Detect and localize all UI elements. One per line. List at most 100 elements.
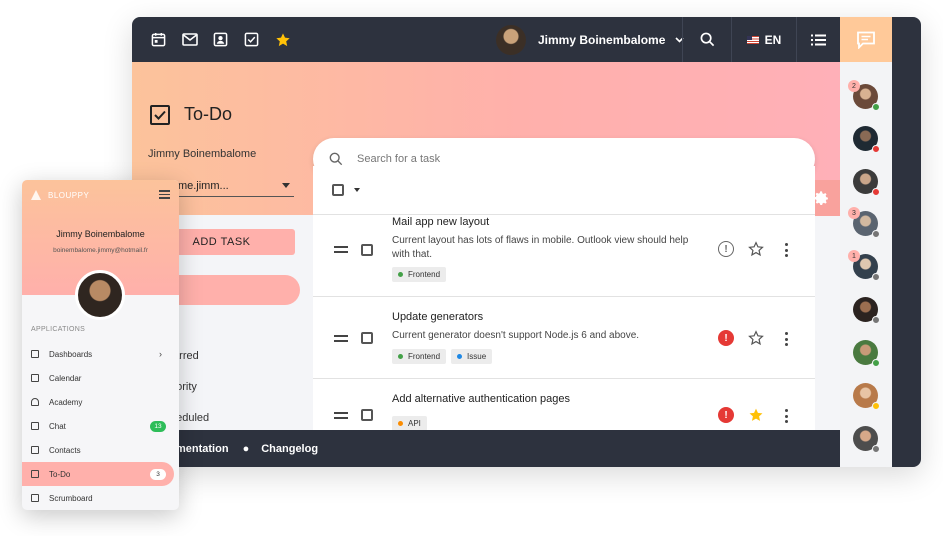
us-flag-icon <box>746 35 759 44</box>
contact-avatar[interactable] <box>853 383 880 410</box>
status-indicator <box>872 273 880 281</box>
contact-avatar[interactable] <box>853 426 880 453</box>
dashboard-icon <box>31 350 39 358</box>
app-window: Jimmy Boinembalome EN To-Do Jimmy Boinem… <box>132 17 921 467</box>
drag-handle-icon[interactable] <box>334 246 348 256</box>
status-indicator <box>872 230 880 238</box>
nav-item-label: Academy <box>49 397 83 407</box>
contact-avatar[interactable] <box>853 340 880 367</box>
tag-color-dot <box>457 354 463 359</box>
task-row[interactable]: Mail app new layout Current layout has l… <box>313 215 815 297</box>
status-indicator <box>872 359 880 367</box>
tag-label: API <box>408 419 421 428</box>
tag: Issue <box>451 349 493 364</box>
contact-avatar[interactable]: 1 <box>848 250 880 281</box>
task-title: Update generators <box>392 311 484 323</box>
nav-item-contacts[interactable]: Contacts <box>22 438 174 462</box>
star-icon[interactable] <box>748 241 764 257</box>
select-all-checkbox[interactable] <box>332 184 344 196</box>
status-indicator <box>872 402 880 410</box>
documentation-link[interactable]: mentation <box>176 443 229 455</box>
status-indicator <box>872 445 880 453</box>
chat-contacts: 2 3 1 <box>840 62 892 467</box>
more-options-icon[interactable] <box>785 409 789 426</box>
right-panel-edge <box>892 17 921 467</box>
quick-panel-button[interactable] <box>796 17 840 62</box>
status-indicator <box>872 103 880 111</box>
gear-icon <box>814 190 828 205</box>
task-description: Current generator doesn't support Node.j… <box>392 330 640 341</box>
nav-item-label: Chat <box>49 421 66 431</box>
nav-item-academy[interactable]: Academy <box>22 390 174 414</box>
menu-icon[interactable] <box>159 190 170 201</box>
contact-avatar[interactable]: 3 <box>848 207 880 238</box>
tag-color-dot <box>398 421 403 426</box>
nav-item-chat[interactable]: Chat 13 <box>22 414 174 438</box>
star-icon[interactable] <box>748 407 764 423</box>
important-icon[interactable]: ! <box>718 407 734 423</box>
section-heading: APPLICATIONS <box>31 326 86 333</box>
search-icon <box>700 32 714 47</box>
calendar-icon[interactable] <box>143 17 174 62</box>
task-description: Current layout has lots of flaws in mobi… <box>392 235 689 260</box>
status-indicator <box>872 188 880 196</box>
task-checkbox[interactable] <box>361 332 373 344</box>
todo-checkbox-icon <box>150 104 170 125</box>
tag-label: Frontend <box>408 270 441 279</box>
chat-toggle-button[interactable] <box>840 17 892 62</box>
contact-avatar[interactable] <box>853 169 880 196</box>
task-checkbox[interactable] <box>361 409 373 421</box>
chevron-right-icon: › <box>159 349 162 359</box>
tag: API <box>392 416 427 430</box>
contact-avatar[interactable] <box>853 297 880 324</box>
school-icon <box>31 398 39 406</box>
status-indicator <box>872 316 880 324</box>
list-icon <box>810 34 826 45</box>
star-icon[interactable] <box>748 330 764 346</box>
contact-avatar[interactable]: 2 <box>848 80 880 111</box>
nav-item-label: Calendar <box>49 373 82 383</box>
tag: Frontend <box>392 267 447 282</box>
star-icon[interactable] <box>267 17 298 62</box>
count-badge: 13 <box>150 420 166 432</box>
important-icon[interactable]: ! <box>718 241 734 257</box>
drag-handle-icon[interactable] <box>334 335 348 345</box>
todo-icon[interactable] <box>236 17 267 62</box>
task-tags: API <box>392 416 427 430</box>
drag-handle-icon[interactable] <box>334 412 348 422</box>
search-button[interactable] <box>683 17 731 62</box>
user-name: Jimmy Boinembalome <box>56 229 145 239</box>
changelog-link[interactable]: Changelog <box>261 443 318 455</box>
nav-item-calendar[interactable]: Calendar <box>22 366 174 390</box>
important-icon[interactable]: ! <box>718 330 734 346</box>
task-row[interactable]: Update generators Current generator does… <box>313 297 815 379</box>
nav-item-label: Scrumboard <box>49 493 93 503</box>
task-row[interactable]: Add alternative authentication pages API… <box>313 379 815 430</box>
bullet-separator: ● <box>242 442 250 455</box>
mail-icon[interactable] <box>174 17 205 62</box>
nav-item-dashboards[interactable]: Dashboards › <box>22 342 174 366</box>
more-options-icon[interactable] <box>785 332 789 349</box>
account-name: Jimmy Boinembalome <box>148 148 257 160</box>
unread-badge: 2 <box>848 80 860 92</box>
contacts-icon[interactable] <box>205 17 236 62</box>
user-menu[interactable]: Jimmy Boinembalome <box>496 17 684 62</box>
contacts-icon <box>31 446 39 454</box>
task-checkbox[interactable] <box>361 244 373 256</box>
task-title: Add alternative authentication pages <box>392 393 570 405</box>
page-title: To-Do <box>150 104 232 125</box>
contact-avatar[interactable] <box>853 126 880 153</box>
nav-item-scrumboard[interactable]: Scrumboard <box>22 486 174 510</box>
task-list-toolbar <box>313 166 815 215</box>
tag: Frontend <box>392 349 447 364</box>
caret-down-icon <box>282 183 290 188</box>
search-placeholder: Search for a task <box>357 153 441 165</box>
more-options-icon[interactable] <box>785 243 789 260</box>
tag-label: Issue <box>467 352 487 361</box>
task-tags: Frontend <box>392 267 447 282</box>
chat-icon <box>31 422 39 430</box>
select-menu-caret-icon[interactable] <box>354 188 360 192</box>
tag-label: Frontend <box>408 352 441 361</box>
language-switcher[interactable]: EN <box>732 17 796 62</box>
nav-item-todo[interactable]: To-Do 3 <box>22 462 174 486</box>
